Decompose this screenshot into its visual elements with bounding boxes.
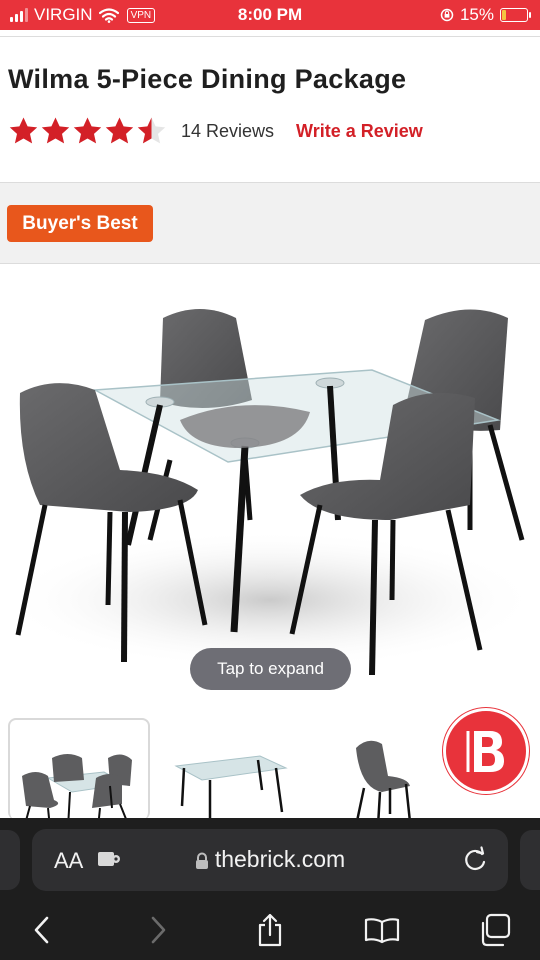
star-icon xyxy=(9,117,38,144)
divider xyxy=(0,36,540,37)
product-title: Wilma 5-Piece Dining Package xyxy=(8,64,407,94)
bookmarks-icon xyxy=(364,918,400,944)
star-icon xyxy=(137,117,166,144)
brick-logo-button[interactable] xyxy=(443,708,529,794)
url-text: thebrick.com xyxy=(214,846,346,872)
rating-row: 14 Reviews Write a Review xyxy=(8,115,423,147)
tabs-icon xyxy=(481,913,511,947)
battery-icon xyxy=(500,8,531,22)
bookmarks-button[interactable] xyxy=(364,912,400,948)
write-review-link[interactable]: Write a Review xyxy=(296,121,423,142)
buyers-best-badge: Buyer's Best xyxy=(7,205,153,242)
battery-fill xyxy=(502,10,506,20)
orientation-lock-icon xyxy=(440,8,454,22)
forward-icon xyxy=(151,916,166,944)
battery-percent: 15% xyxy=(459,5,494,24)
share-icon xyxy=(258,913,282,947)
lock-icon xyxy=(195,852,208,869)
star-icon xyxy=(73,117,102,144)
battery-group: 15% xyxy=(440,5,531,25)
back-icon xyxy=(34,916,49,944)
safari-toolbar xyxy=(0,906,540,950)
brick-logo-icon xyxy=(466,731,504,772)
thumbnail-glass-table[interactable] xyxy=(170,718,290,826)
status-bar: VIRGIN VPN 8:00 PM 15% xyxy=(0,0,540,30)
reload-icon[interactable] xyxy=(462,846,488,874)
safari-chrome: AA thebrick.com xyxy=(0,818,540,960)
next-tab-edge[interactable] xyxy=(520,830,540,890)
back-button[interactable] xyxy=(24,912,60,948)
star-rating[interactable] xyxy=(8,116,167,146)
forward-button[interactable] xyxy=(140,912,176,948)
reviews-count-link[interactable]: 14 Reviews xyxy=(181,121,274,142)
previous-tab-edge[interactable] xyxy=(0,830,20,890)
tabs-button[interactable] xyxy=(478,912,514,948)
tap-to-expand-button[interactable]: Tap to expand xyxy=(190,648,351,690)
product-image[interactable] xyxy=(0,270,540,710)
thumbnail-chair[interactable] xyxy=(348,718,418,827)
share-button[interactable] xyxy=(252,912,288,948)
url-display[interactable]: thebrick.com xyxy=(32,846,508,873)
star-icon xyxy=(105,117,134,144)
thumbnail-dining-set[interactable] xyxy=(8,718,150,829)
star-icon xyxy=(41,117,70,144)
address-bar[interactable]: AA thebrick.com xyxy=(32,829,508,891)
